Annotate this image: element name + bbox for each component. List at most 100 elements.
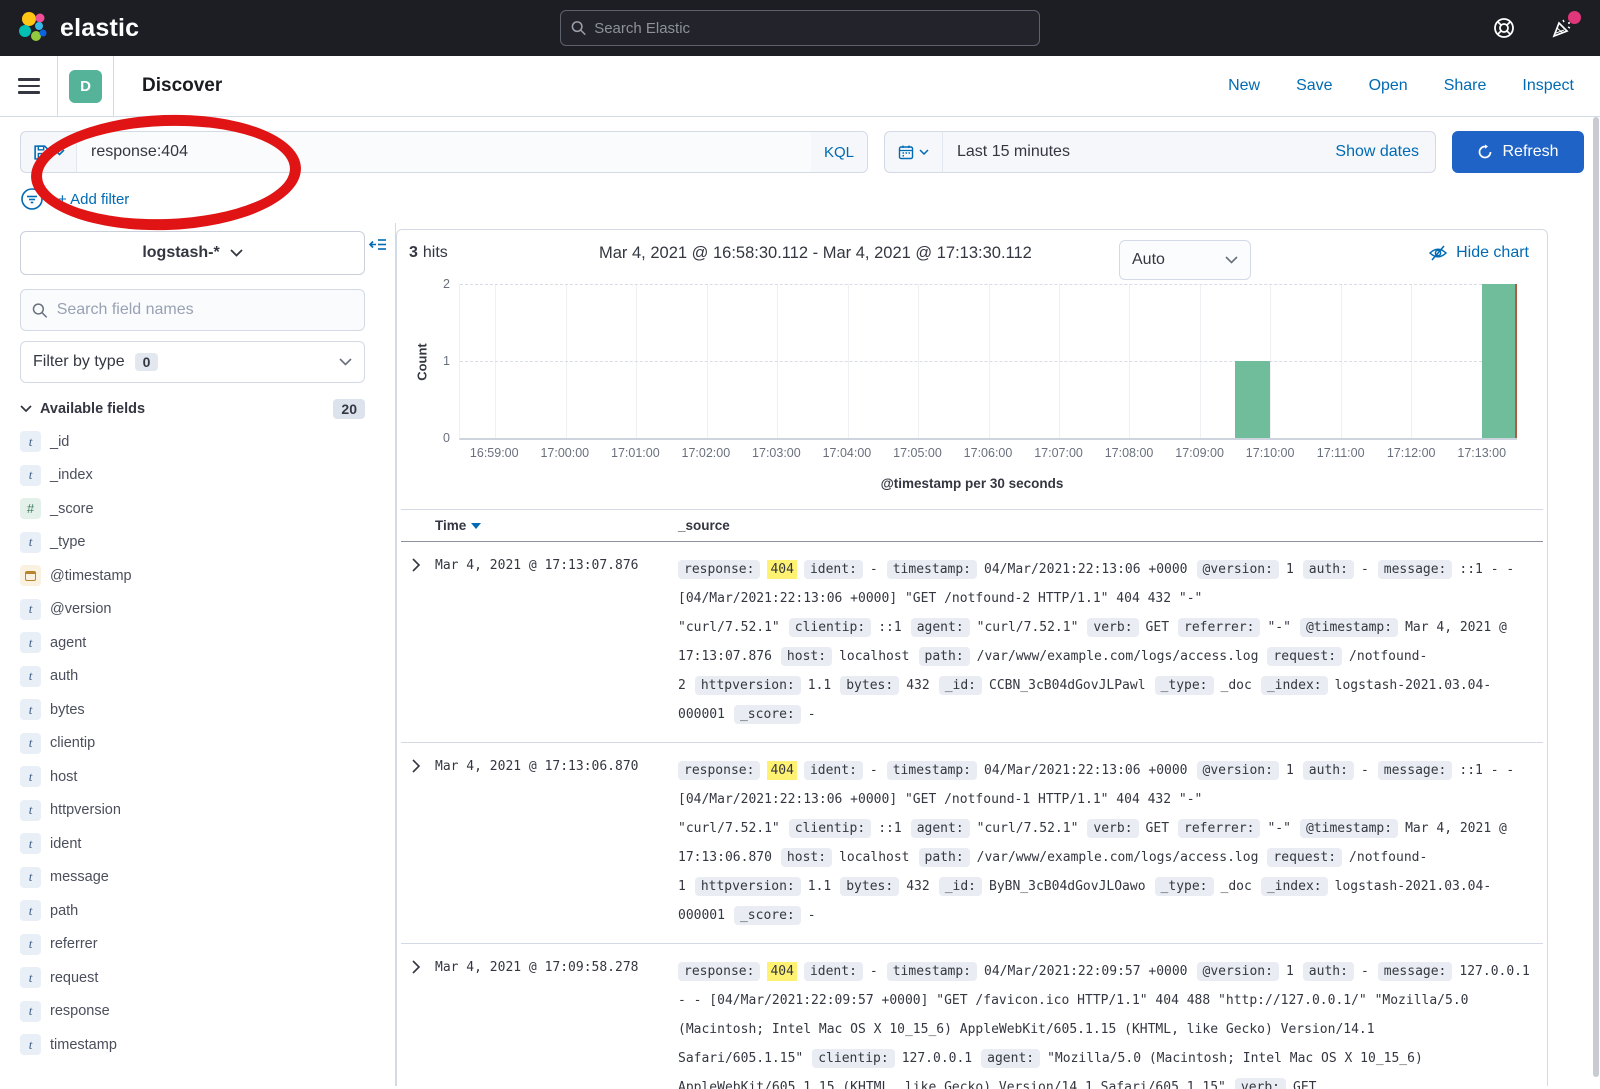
global-search[interactable] (560, 10, 1040, 46)
field-item-request[interactable]: trequest (20, 961, 365, 995)
open-button[interactable]: Open (1369, 77, 1408, 95)
plot-area: 012 (459, 284, 1517, 440)
text-field-icon: t (20, 465, 41, 486)
expand-row-button[interactable] (401, 957, 435, 1089)
filter-icon[interactable] (20, 187, 44, 211)
field-name-pill: clientip: (789, 618, 871, 637)
search-icon (571, 20, 586, 36)
inspect-button[interactable]: Inspect (1522, 77, 1574, 95)
field-item-response[interactable]: tresponse (20, 995, 365, 1029)
hide-chart-button[interactable]: Hide chart (1428, 244, 1529, 262)
query-input[interactable] (77, 132, 811, 172)
elastic-logo[interactable]: elastic (16, 11, 139, 45)
text-field-icon: t (20, 666, 41, 687)
global-search-input[interactable] (594, 20, 1029, 37)
expand-row-button[interactable] (401, 555, 435, 729)
field-item-bytes[interactable]: tbytes (20, 693, 365, 727)
histogram-bar[interactable] (1235, 361, 1270, 438)
results-panel: 3 hits Mar 4, 2021 @ 16:58:30.112 - Mar … (396, 229, 1548, 1086)
field-name: @timestamp (50, 568, 132, 584)
field-name-pill: _type: (1155, 877, 1214, 896)
table-row: Mar 4, 2021 @ 17:09:58.278response:404id… (401, 944, 1543, 1089)
field-item-referrer[interactable]: treferrer (20, 928, 365, 962)
field-name-pill: ident: (804, 560, 863, 579)
collapse-sidebar-icon[interactable] (369, 237, 387, 252)
field-name-pill: referrer: (1178, 819, 1260, 838)
field-item-_index[interactable]: t_index (20, 459, 365, 493)
field-item-@version[interactable]: t@version (20, 593, 365, 627)
histogram-chart[interactable]: Count 012 (459, 284, 1517, 440)
x-tick-label: 16:59:00 (470, 446, 519, 460)
x-tick-label: 17:07:00 (1034, 446, 1083, 460)
row-timestamp: Mar 4, 2021 @ 17:13:06.870 (435, 756, 678, 930)
field-item-clientip[interactable]: tclientip (20, 727, 365, 761)
row-timestamp: Mar 4, 2021 @ 17:13:07.876 (435, 555, 678, 729)
field-name: httpversion (50, 802, 121, 818)
eye-slash-icon (1428, 244, 1448, 262)
field-value: GET (1146, 620, 1169, 635)
field-search[interactable] (20, 289, 365, 331)
filter-by-type[interactable]: Filter by type 0 (20, 341, 365, 383)
field-item-auth[interactable]: tauth (20, 660, 365, 694)
x-tick-label: 17:13:00 (1457, 446, 1506, 460)
field-value: CCBN_3cB04dGovJLPawl (989, 678, 1146, 693)
field-name: request (50, 970, 98, 986)
discover-app-badge[interactable]: D (69, 70, 102, 103)
x-tick-label: 17:02:00 (682, 446, 731, 460)
index-pattern-select[interactable]: logstash-* (20, 231, 365, 275)
field-search-input[interactable] (57, 301, 353, 319)
scrollbar[interactable] (1593, 117, 1599, 1077)
chevron-down-icon (339, 358, 352, 366)
histogram-bar[interactable] (1482, 284, 1517, 438)
calendar-menu-button[interactable] (885, 132, 943, 172)
time-range-value[interactable]: Last 15 minutes (943, 143, 1070, 161)
field-item-host[interactable]: thost (20, 760, 365, 794)
hide-chart-label: Hide chart (1456, 244, 1529, 262)
saved-query-menu-button[interactable] (21, 132, 77, 172)
text-field-icon: t (20, 800, 41, 821)
field-item-path[interactable]: tpath (20, 894, 365, 928)
column-header-time[interactable]: Time (435, 518, 678, 533)
refresh-button[interactable]: Refresh (1452, 131, 1584, 173)
field-value: 04/Mar/2021:22:13:06 +0000 (984, 562, 1188, 577)
save-button[interactable]: Save (1296, 77, 1332, 95)
chevron-down-icon (54, 149, 65, 156)
x-axis-ticks: 16:59:0017:00:0017:01:0017:02:0017:03:00… (459, 446, 1517, 462)
new-button[interactable]: New (1228, 77, 1260, 95)
field-name: path (50, 903, 78, 919)
available-fields-toggle[interactable]: Available fields 20 (20, 399, 365, 419)
field-name-pill: request: (1267, 647, 1342, 666)
field-name: bytes (50, 702, 85, 718)
field-name-pill: verb: (1235, 1078, 1286, 1089)
field-item-@timestamp[interactable]: @timestamp (20, 559, 365, 593)
field-name-pill: verb: (1087, 618, 1138, 637)
field-item-agent[interactable]: tagent (20, 626, 365, 660)
help-icon[interactable] (1492, 16, 1516, 40)
app-nav: D Discover New Save Open Share Inspect (0, 56, 1600, 117)
show-dates-button[interactable]: Show dates (1335, 143, 1435, 161)
field-item-_score[interactable]: #_score (20, 492, 365, 526)
field-item-message[interactable]: tmessage (20, 861, 365, 895)
kql-syntax-button[interactable]: KQL (811, 132, 867, 172)
field-name-pill: host: (781, 848, 832, 867)
field-item-httpversion[interactable]: t httpversion (20, 794, 365, 828)
interval-select[interactable]: Auto (1119, 240, 1251, 280)
field-item-_type[interactable]: t_type (20, 526, 365, 560)
field-name-pill: auth: (1303, 962, 1354, 981)
column-header-source: _source (678, 518, 730, 533)
field-value: 1 (1286, 562, 1294, 577)
expand-row-button[interactable] (401, 756, 435, 930)
field-name-pill: path: (919, 647, 970, 666)
field-name-pill: clientip: (812, 1049, 894, 1068)
add-filter-button[interactable]: + Add filter (58, 191, 129, 208)
field-name: host (50, 769, 77, 785)
text-field-icon: t (20, 699, 41, 720)
page-title: Discover (142, 75, 222, 97)
row-timestamp: Mar 4, 2021 @ 17:09:58.278 (435, 957, 678, 1089)
field-item-timestamp[interactable]: ttimestamp (20, 1028, 365, 1062)
field-item-ident[interactable]: tident (20, 827, 365, 861)
newsfeed-icon[interactable] (1550, 16, 1574, 40)
share-button[interactable]: Share (1444, 77, 1487, 95)
menu-icon[interactable] (0, 56, 57, 116)
field-item-_id[interactable]: t_id (20, 425, 365, 459)
